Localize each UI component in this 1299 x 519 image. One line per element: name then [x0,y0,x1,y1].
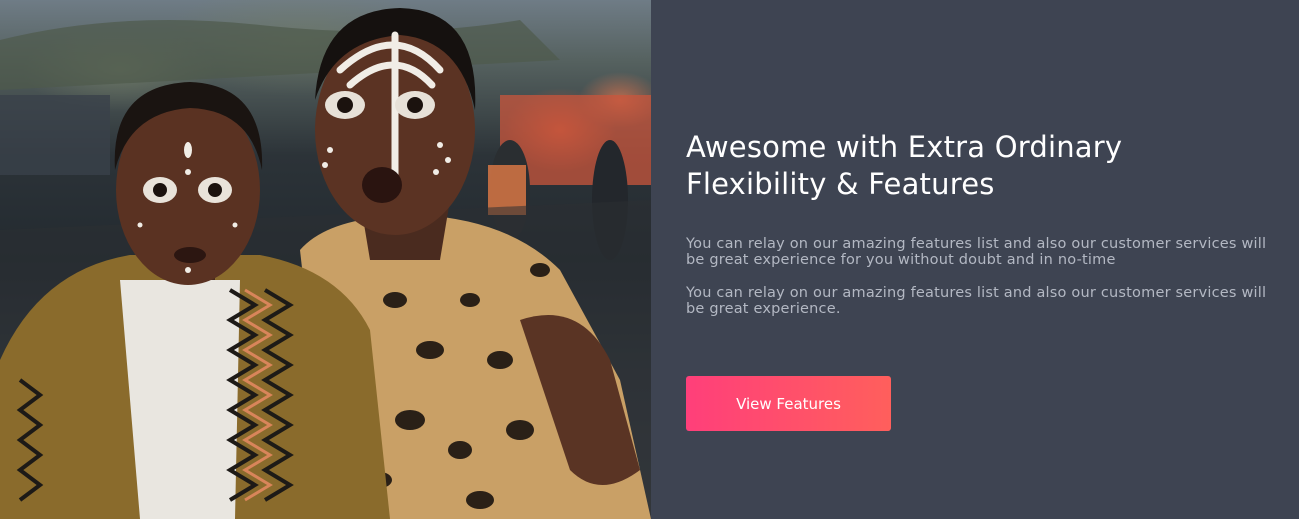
hero-photo-illustration [0,8,651,519]
section-heading: Awesome with Extra Ordinary Flexibility … [686,130,1123,201]
view-features-button[interactable]: View Features [686,376,891,431]
feature-content: Awesome with Extra Ordinary Flexibility … [651,0,1299,519]
description-paragraph-2: You can relay on our amazing features li… [686,285,1267,317]
hero-photo [0,0,651,519]
description-paragraph-1: You can relay on our amazing features li… [686,236,1267,268]
feature-section: Awesome with Extra Ordinary Flexibility … [0,0,1299,519]
